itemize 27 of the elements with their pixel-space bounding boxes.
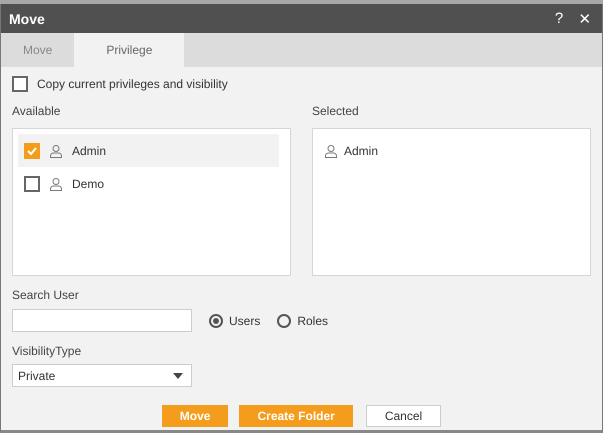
- checkbox-label: Copy current privileges and visibility: [37, 77, 228, 91]
- help-button[interactable]: ?: [546, 10, 572, 27]
- cancel-button[interactable]: Cancel: [366, 405, 442, 427]
- tab[interactable]: Privilege: [74, 33, 184, 67]
- close-button[interactable]: ✕: [572, 10, 598, 28]
- check-icon: [26, 144, 38, 156]
- window-title: Move: [9, 10, 46, 26]
- search-label: Search User: [12, 288, 80, 302]
- radio-button[interactable]: [277, 314, 292, 328]
- visibility-label: VisibilityType: [12, 344, 82, 358]
- radio-button[interactable]: [209, 314, 223, 328]
- radio-option[interactable]: Roles: [277, 314, 328, 328]
- user-icon: [324, 144, 338, 158]
- selected-label: Selected: [312, 104, 360, 118]
- user-icon: [49, 176, 63, 190]
- search-field[interactable]: [12, 309, 192, 332]
- user-name: Admin: [344, 144, 378, 158]
- list-item[interactable]: Admin: [18, 134, 279, 167]
- visibility-dropdown[interactable]: Private: [12, 364, 192, 387]
- caret-icon: [173, 372, 183, 378]
- available-label: Available: [12, 104, 62, 118]
- checkbox[interactable]: [12, 76, 28, 92]
- list-item[interactable]: Demo: [18, 167, 279, 200]
- user-icon: [49, 144, 63, 158]
- checkbox[interactable]: [24, 176, 40, 192]
- checkbox[interactable]: [24, 142, 40, 158]
- radio-option[interactable]: Users: [209, 314, 260, 328]
